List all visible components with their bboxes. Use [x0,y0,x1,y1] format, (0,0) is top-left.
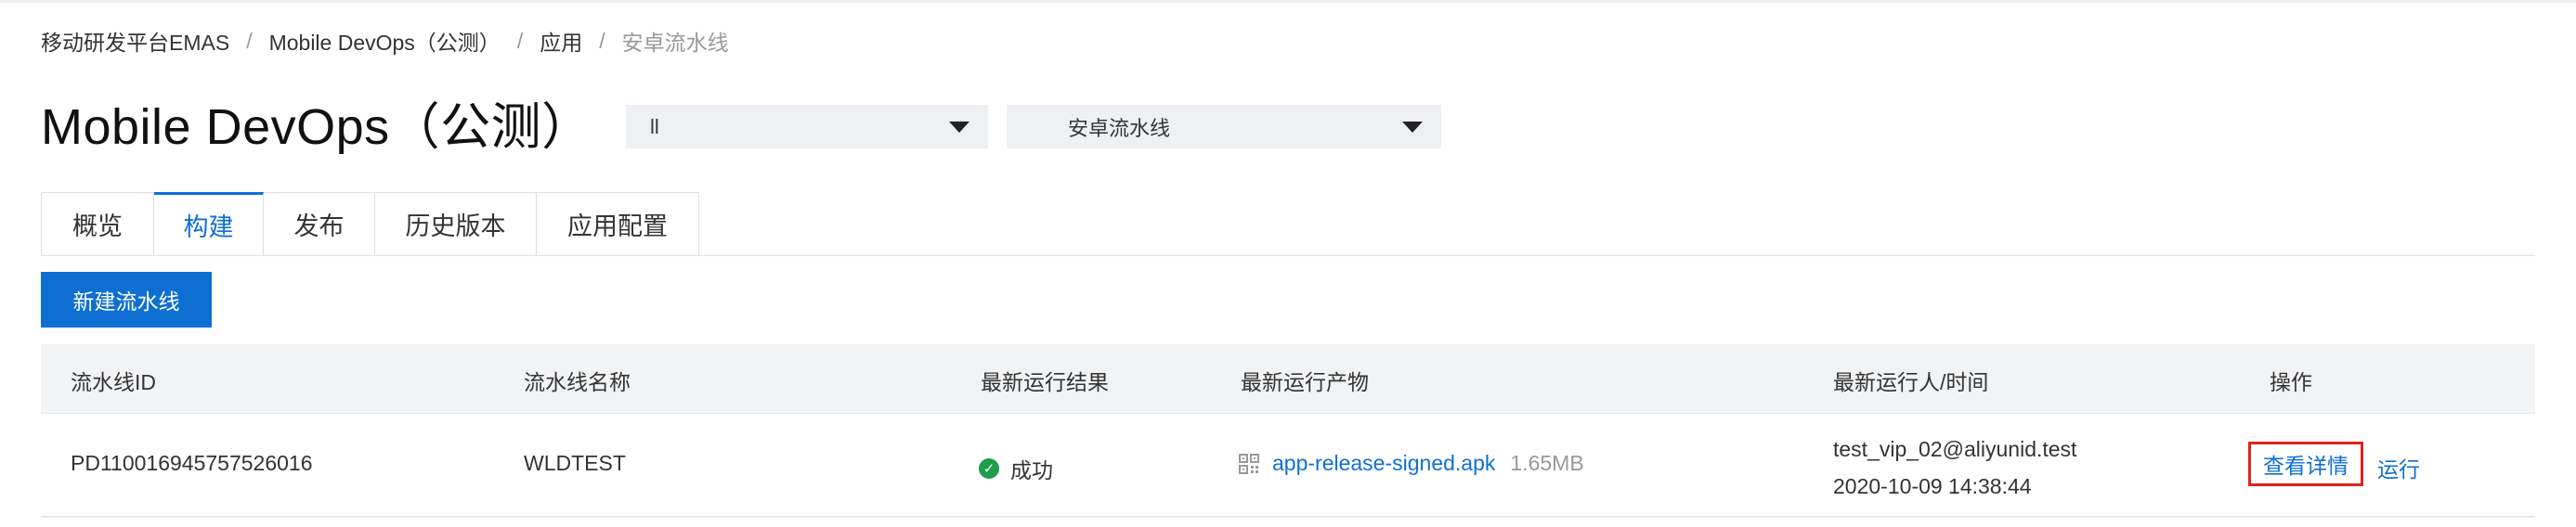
caret-down-icon [1402,122,1423,133]
breadcrumb-item-devops[interactable]: Mobile DevOps（公测） [269,25,501,57]
tab-history[interactable]: 历史版本 [375,192,537,256]
pipeline-name: WLDTEST [524,451,626,475]
view-details-link[interactable]: 查看详情 [2248,442,2363,486]
breadcrumb-separator: / [599,28,605,53]
column-header-actions: 操作 [2270,370,2312,394]
tab-label: 构建 [183,213,234,241]
pipeline-select-value: 安卓流水线 [1068,116,1171,140]
breadcrumb-item-emas[interactable]: 移动研发平台EMAS [41,25,229,57]
artifact-link[interactable]: app-release-signed.apk [1272,451,1495,476]
column-header-artifact: 最新运行产物 [1241,370,1369,394]
artifact-cell: app-release-signed.apk 1.65MB [1239,451,1584,476]
run-status: ✓ 成功 [979,453,1053,484]
runner-time-cell: test_vip_02@aliyunid.test 2020-10-09 14:… [1833,431,2076,505]
breadcrumb-separator: / [516,28,524,53]
tab-label: 发布 [293,212,345,240]
qr-code-icon[interactable] [1239,453,1259,474]
tab-overview[interactable]: 概览 [41,192,154,256]
pipeline-id: PD110016945757526016 [71,451,313,475]
runner-email: test_vip_02@aliyunid.test [1833,437,2077,461]
run-time: 2020-10-09 14:38:44 [1833,474,2032,498]
app-select[interactable]: ll [626,105,988,148]
tab-bar: 概览 构建 发布 历史版本 应用配置 [41,192,699,256]
breadcrumb: 移动研发平台EMAS / Mobile DevOps（公测） / 应用 / 安卓… [41,24,729,58]
tab-app-config[interactable]: 应用配置 [537,192,699,256]
tab-label: 应用配置 [567,212,668,240]
column-header-result: 最新运行结果 [981,370,1109,394]
tabs-divider [41,255,2535,256]
tab-label: 历史版本 [405,212,506,240]
table-header: 流水线ID 流水线名称 最新运行结果 最新运行产物 最新运行人/时间 操作 [41,344,2535,414]
breadcrumb-item-apps[interactable]: 应用 [540,25,582,57]
pipeline-select[interactable]: 安卓流水线 [1007,105,1441,148]
breadcrumb-separator: / [246,28,253,53]
tab-release[interactable]: 发布 [264,192,375,256]
new-pipeline-button[interactable]: 新建流水线 [41,272,212,328]
check-circle-icon: ✓ [979,458,999,479]
page-title: Mobile DevOps（公测） [41,99,592,155]
column-header-id: 流水线ID [71,370,156,394]
app-select-value: ll [650,114,659,138]
column-header-runner-time: 最新运行人/时间 [1833,370,1989,394]
tab-build[interactable]: 构建 [154,192,264,256]
artifact-size: 1.65MB [1510,451,1584,475]
run-link[interactable]: 运行 [2377,452,2420,483]
breadcrumb-current: 安卓流水线 [621,31,729,55]
column-header-name: 流水线名称 [524,370,631,394]
tab-label: 概览 [72,212,123,240]
caret-down-icon [949,122,969,133]
run-status-text: 成功 [1010,458,1053,482]
top-border [0,0,2576,3]
table-row: PD110016945757526016 WLDTEST ✓ 成功 app-re… [41,414,2535,518]
